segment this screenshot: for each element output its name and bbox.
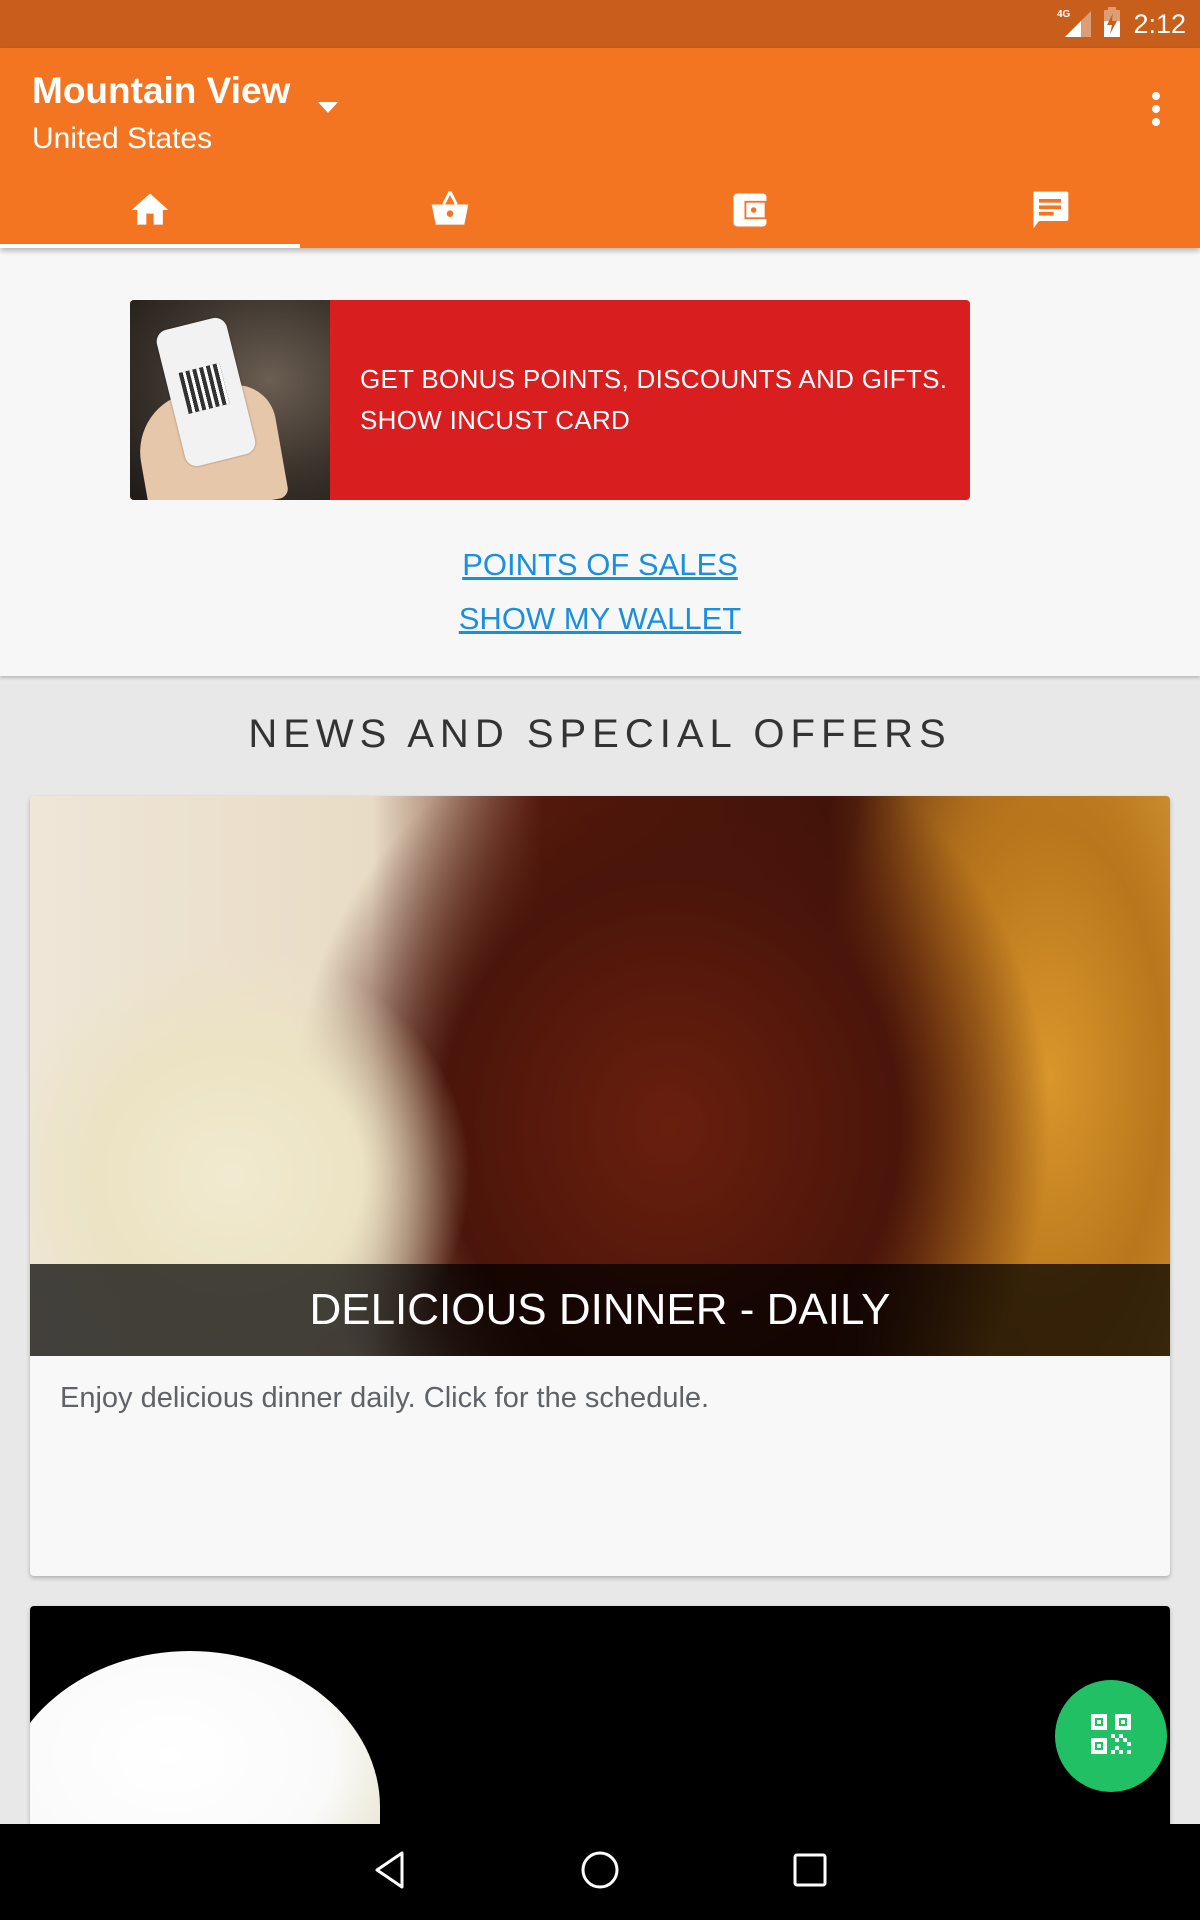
phone-qr-image xyxy=(130,300,330,500)
back-button[interactable] xyxy=(360,1842,420,1902)
tab-home[interactable] xyxy=(0,180,300,248)
app-bar: Mountain View United States xyxy=(0,48,1200,248)
svg-text:4G: 4G xyxy=(1057,9,1071,20)
system-nav-bar xyxy=(0,1824,1200,1920)
clock: 2:12 xyxy=(1133,8,1186,39)
show-my-wallet-link[interactable]: SHOW MY WALLET xyxy=(0,592,1200,646)
back-icon xyxy=(372,1850,408,1895)
news-card[interactable]: DELICIOUS DINNER - DAILY Enjoy delicious… xyxy=(30,796,1170,1576)
recents-square-icon xyxy=(792,1852,828,1893)
incust-card-banner[interactable]: GET BONUS POINTS, DISCOUNTS AND GIFTS. S… xyxy=(130,300,970,500)
home-icon xyxy=(128,192,172,237)
news-card-image: DELICIOUS DINNER - DAILY xyxy=(30,796,1170,1356)
news-card-description: Enjoy delicious dinner daily. Click for … xyxy=(60,1382,710,1414)
recents-button[interactable] xyxy=(780,1842,840,1902)
status-bar: 4G 2:12 xyxy=(0,0,1200,48)
battery-charging-icon xyxy=(1103,6,1121,42)
loyalty-section: GET BONUS POINTS, DISCOUNTS AND GIFTS. S… xyxy=(0,248,1200,676)
tab-wallet[interactable] xyxy=(600,180,900,248)
home-button[interactable] xyxy=(570,1842,630,1902)
country-subtitle[interactable]: United States xyxy=(32,122,212,156)
chat-icon xyxy=(1028,191,1072,237)
banner-line-1: GET BONUS POINTS, DISCOUNTS AND GIFTS. xyxy=(360,364,948,394)
basket-icon xyxy=(428,190,472,237)
more-options-icon[interactable] xyxy=(1144,92,1168,132)
home-circle-icon xyxy=(580,1850,620,1895)
wallet-icon xyxy=(728,192,772,237)
active-tab-indicator xyxy=(0,244,300,248)
tab-bar xyxy=(0,180,1200,248)
qr-scan-button[interactable] xyxy=(1055,1680,1167,1792)
city-title[interactable]: Mountain View xyxy=(32,70,290,112)
tab-shop[interactable] xyxy=(300,180,600,248)
news-card-title: DELICIOUS DINNER - DAILY xyxy=(30,1264,1170,1356)
banner-line-2: SHOW INCUST CARD xyxy=(360,405,631,435)
news-section-title: NEWS AND SPECIAL OFFERS xyxy=(248,712,952,756)
tab-messages[interactable] xyxy=(900,180,1200,248)
signal-4g-icon: 4G xyxy=(1057,7,1092,42)
location-dropdown-icon[interactable] xyxy=(318,102,338,113)
qr-code-icon xyxy=(1087,1710,1135,1763)
points-of-sales-link[interactable]: POINTS OF SALES xyxy=(0,538,1200,592)
